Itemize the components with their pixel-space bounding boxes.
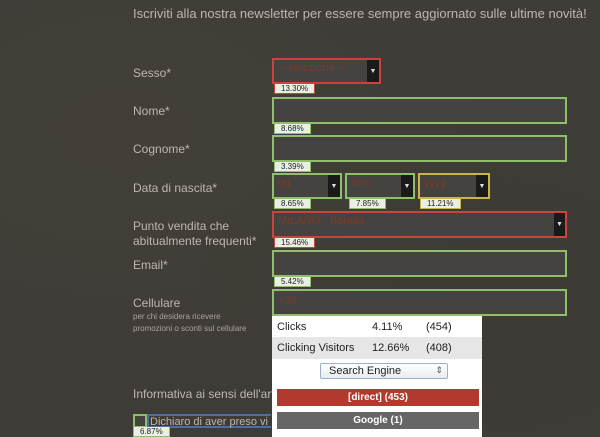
nascita-label: Data di nascita* [133, 181, 218, 195]
up-down-arrows-icon: ⇕ [435, 365, 443, 375]
privacy-pct-badge: 6.87% [133, 427, 170, 437]
birth-year-select[interactable]: yyyy ▼ [418, 173, 490, 199]
informativa-text: Informativa ai sensi dell'art [133, 387, 275, 401]
email-input[interactable] [272, 250, 567, 277]
punto-vendita-value: MILANO - Bonola [278, 215, 365, 227]
visitors-count: (408) [426, 342, 452, 354]
cognome-pct-badge: 3.39% [274, 162, 311, 172]
clicks-count: (454) [426, 321, 452, 333]
punto-vendita-select[interactable]: MILANO - Bonola ▼ [272, 211, 567, 238]
cellulare-label: Cellulare [133, 296, 181, 310]
direct-source-bar[interactable]: [direct] (453) [277, 389, 479, 406]
chevron-down-icon: ▼ [401, 175, 413, 197]
sesso-label: Sesso* [133, 66, 172, 80]
sesso-value: -- seleziona -- [278, 62, 346, 74]
chevron-down-icon: ▼ [367, 60, 379, 82]
clicks-label: Clicks [277, 321, 307, 333]
clicks-row: Clicks 4.11% (454) [272, 316, 482, 338]
click-stats-panel: Clicks 4.11% (454) Clicking Visitors 12.… [272, 316, 482, 437]
chevron-down-icon: ▼ [554, 213, 565, 236]
birth-year-value: yyyy [424, 177, 446, 189]
birth-day-pct-badge: 8.65% [274, 199, 311, 209]
clicks-pct: 4.11% [372, 321, 403, 333]
privacy-checkbox[interactable] [133, 414, 147, 428]
sesso-select[interactable]: -- seleziona -- ▼ [272, 58, 381, 84]
punto-pct-badge: 15.46% [274, 238, 316, 248]
sesso-pct-badge: 13.30% [274, 84, 316, 94]
cognome-input[interactable] [272, 135, 567, 162]
nome-label: Nome* [133, 104, 170, 118]
punto-label-line2: abitualmente frequenti* [133, 234, 257, 248]
source-type-select[interactable]: Search Engine ⇕ [320, 363, 448, 379]
punto-label-line1: Punto vendita che [133, 219, 230, 233]
cellulare-input[interactable]: +39 [272, 289, 567, 316]
cellulare-value: +39 [278, 295, 297, 307]
cellulare-sub2: promozioni o sconti sul cellulare [133, 324, 247, 333]
birth-month-select[interactable]: mm ▼ [345, 173, 415, 199]
birth-day-value: gg [278, 177, 291, 189]
nome-input[interactable] [272, 97, 567, 124]
source-type-value: Search Engine [329, 365, 402, 377]
cognome-label: Cognome* [133, 142, 190, 156]
chevron-down-icon: ▼ [476, 175, 488, 197]
email-pct-badge: 5.42% [274, 277, 311, 287]
google-source-bar[interactable]: Google (1) [277, 412, 479, 429]
visitors-label: Clicking Visitors [277, 342, 355, 354]
chevron-down-icon: ▼ [328, 175, 340, 197]
nome-pct-badge: 8.68% [274, 124, 311, 134]
visitors-row: Clicking Visitors 12.66% (408) [272, 337, 482, 359]
newsletter-intro: Iscriviti alla nostra newsletter per ess… [133, 6, 587, 21]
birth-month-value: mm [351, 177, 370, 189]
birth-day-select[interactable]: gg ▼ [272, 173, 342, 199]
birth-year-pct-badge: 11.21% [420, 199, 461, 209]
email-label: Email* [133, 258, 168, 272]
birth-month-pct-badge: 7.85% [349, 199, 386, 209]
visitors-pct: 12.66% [372, 342, 410, 354]
cellulare-sub1: per chi desidera ricevere [133, 312, 221, 321]
